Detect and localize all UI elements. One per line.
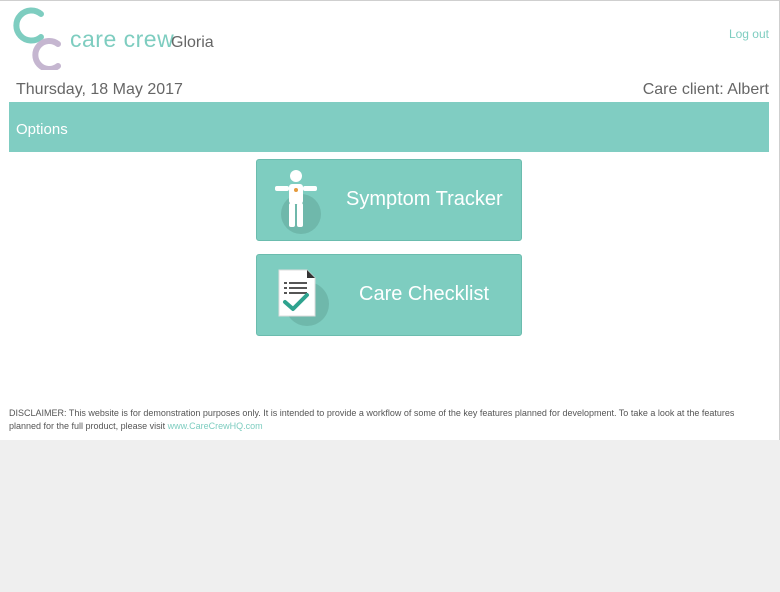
logout-link[interactable]: Log out (729, 27, 769, 41)
checklist-document-icon (278, 269, 329, 326)
user-name: Gloria (171, 34, 214, 51)
disclaimer: DISCLAIMER: This website is for demonstr… (9, 407, 754, 433)
symptom-tracker-button[interactable]: Symptom Tracker (256, 159, 522, 241)
brand-name: care crew (70, 26, 175, 52)
care-checklist-button[interactable]: Care Checklist (256, 254, 522, 336)
disclaimer-text: DISCLAIMER: This website is for demonstr… (9, 408, 735, 431)
options-title: Options (16, 121, 68, 138)
options-header: Options (9, 102, 769, 152)
care-crew-logo-icon (13, 7, 61, 70)
current-date: Thursday, 18 May 2017 (16, 81, 183, 98)
body-figure-icon (275, 170, 321, 234)
care-client: Care client: Albert (642, 81, 769, 98)
page: care crew Gloria Log out Thursday, 18 Ma… (0, 0, 780, 440)
symptom-tracker-label: Symptom Tracker (346, 188, 503, 210)
care-checklist-label: Care Checklist (359, 283, 490, 305)
carecrew-website-link[interactable]: www.CareCrewHQ.com (168, 421, 263, 431)
